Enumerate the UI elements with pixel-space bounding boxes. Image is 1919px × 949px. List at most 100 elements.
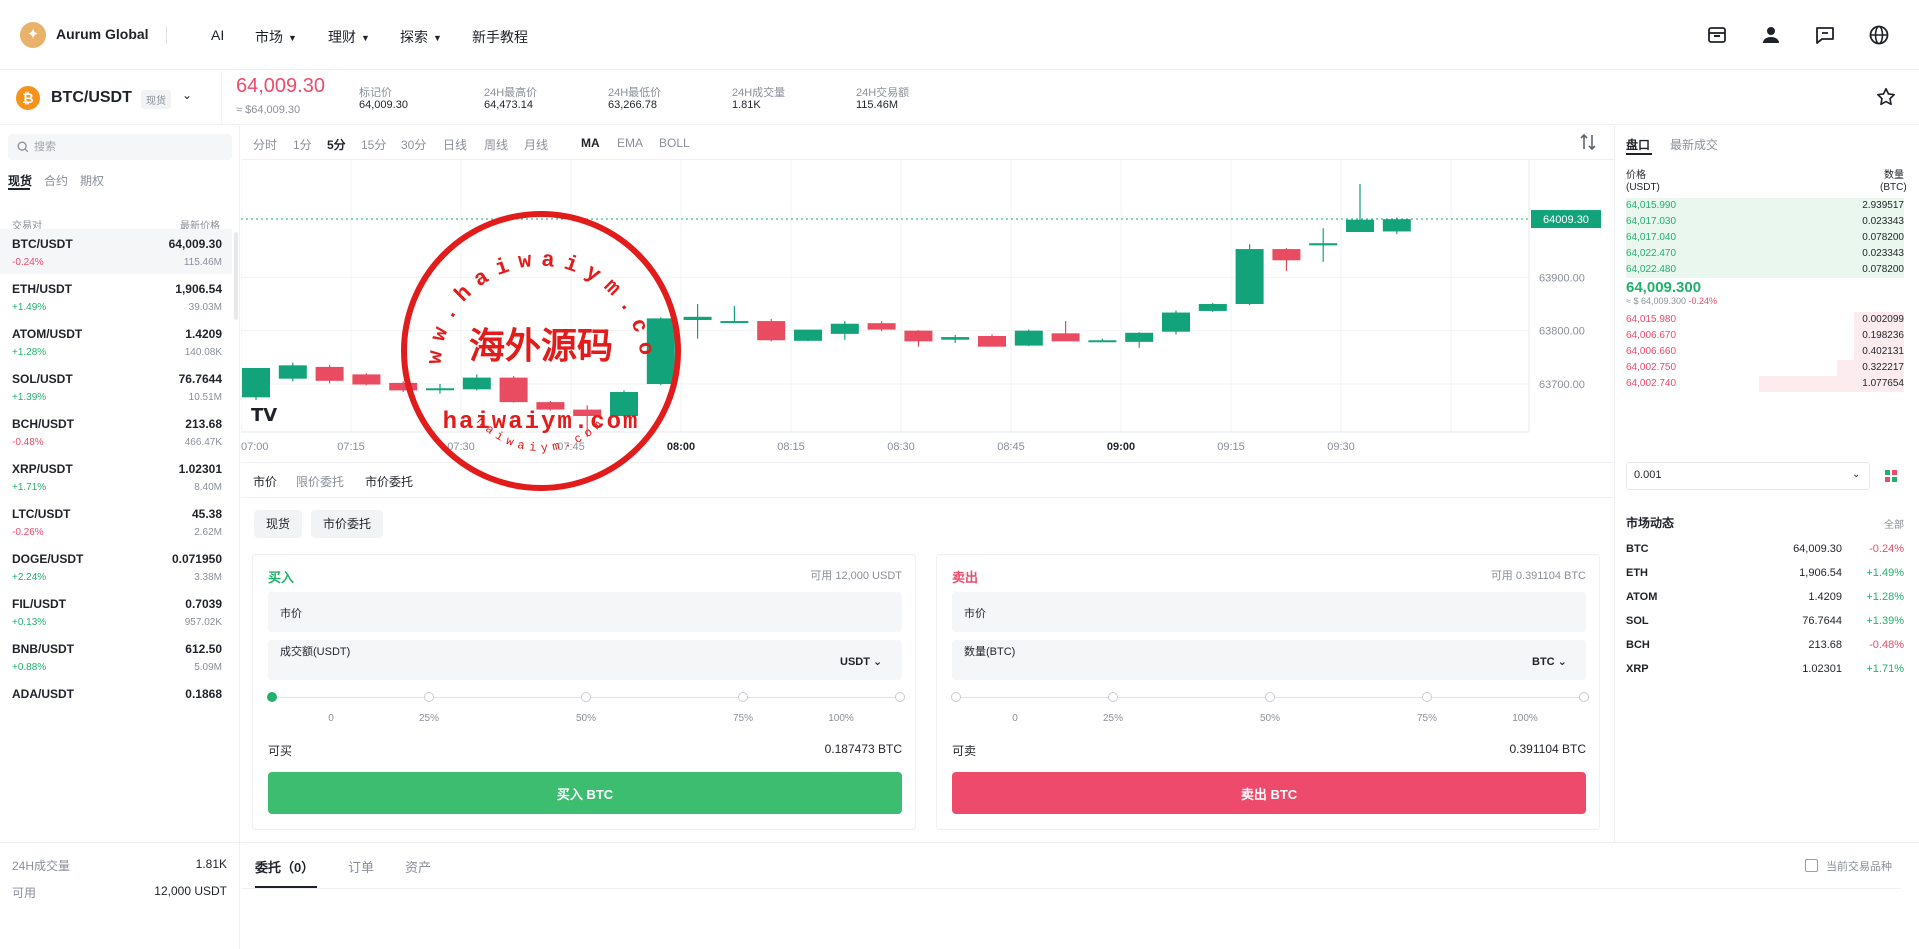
indicator-boll[interactable]: BOLL <box>659 136 690 150</box>
sell-slider-stop[interactable] <box>951 692 961 702</box>
indicator-ema[interactable]: EMA <box>617 136 643 150</box>
tab-latest-trades[interactable]: 最新成交 <box>1670 136 1718 153</box>
sell-slider-stop[interactable] <box>1108 692 1118 702</box>
market-feed-row[interactable]: XRP 1.02301 +1.71% <box>1626 660 1904 680</box>
market-feed-all-link[interactable]: 全部 <box>1884 516 1904 531</box>
buy-price-field[interactable] <box>268 592 902 632</box>
buy-slider-stop[interactable] <box>738 692 748 702</box>
chevron-down-icon: ▼ <box>433 33 442 43</box>
timeframe-6[interactable]: 周线 <box>484 136 508 153</box>
brand-name[interactable]: Aurum Global <box>56 26 149 42</box>
market-row[interactable]: ETH/USDT 1,906.54 +1.49% 39.03M <box>0 274 232 319</box>
buy-amount-field[interactable] <box>268 640 902 680</box>
buy-slider-label: 50% <box>575 713 596 724</box>
pair-selector[interactable]: BTC/USDT <box>51 89 132 107</box>
ob-bid-row[interactable]: 64,022.480 0.078200 <box>1626 262 1904 278</box>
wallet-icon[interactable] <box>1705 23 1729 47</box>
buy-unit-selector[interactable]: USDT ⌄ <box>840 655 882 668</box>
market-row[interactable]: XRP/USDT 1.02301 +1.71% 8.40M <box>0 454 232 499</box>
market-feed-change: +1.49% <box>1866 567 1904 579</box>
tab-open-orders[interactable]: 委托（0） <box>255 857 314 876</box>
tab-order-history[interactable]: 订单 <box>348 857 374 876</box>
buy-slider-stop[interactable] <box>267 692 277 702</box>
user-icon[interactable] <box>1759 23 1783 47</box>
ob-ask-row[interactable]: 64,006.660 0.402131 <box>1626 344 1904 360</box>
nav-item-finance[interactable]: 理财 ▼ <box>328 27 370 47</box>
buy-btc-button[interactable]: 买入 BTC <box>268 772 902 814</box>
chart-sort-icon[interactable] <box>1578 132 1598 152</box>
sell-slider-stop[interactable] <box>1422 692 1432 702</box>
buy-slider-stop[interactable] <box>581 692 591 702</box>
timeframe-0[interactable]: 分时 <box>253 136 277 153</box>
timeframe-5[interactable]: 日线 <box>443 136 467 153</box>
tab-spot[interactable]: 现货 <box>8 172 32 189</box>
nav-item-explore[interactable]: 探索 ▼ <box>400 27 442 47</box>
market-row[interactable]: DOGE/USDT 0.071950 +2.24% 3.38M <box>0 544 232 589</box>
market-row[interactable]: ADA/USDT 0.1868 <box>0 679 232 724</box>
timeframe-2[interactable]: 5分 <box>327 136 346 153</box>
ob-ask-row[interactable]: 64,002.750 0.322217 <box>1626 360 1904 376</box>
market-feed-price: 64,009.30 <box>1793 543 1842 555</box>
ob-ask-row[interactable]: 64,006.670 0.198236 <box>1626 328 1904 344</box>
timeframe-7[interactable]: 月线 <box>524 136 548 153</box>
market-feed-row[interactable]: SOL 76.7644 +1.39% <box>1626 612 1904 632</box>
ob-bid-qty: 2.939517 <box>1862 200 1904 211</box>
buy-slider-stop[interactable] <box>895 692 905 702</box>
message-icon[interactable] <box>1813 23 1837 47</box>
ob-bid-row[interactable]: 64,017.040 0.078200 <box>1626 230 1904 246</box>
market-feed-row[interactable]: ATOM 1.4209 +1.28% <box>1626 588 1904 608</box>
tab-options[interactable]: 期权 <box>80 172 104 189</box>
market-row[interactable]: BTC/USDT 64,009.30 -0.24% 115.46M <box>0 229 232 274</box>
bitcoin-icon: ₿ <box>16 86 40 110</box>
ob-ask-row[interactable]: 64,002.740 1.077654 <box>1626 376 1904 392</box>
search-input[interactable] <box>34 137 224 157</box>
market-row[interactable]: BNB/USDT 612.50 +0.88% 5.09M <box>0 634 232 679</box>
tab-limit-order[interactable]: 限价委托 <box>296 473 344 490</box>
stat-volume-label: 24H成交量 <box>732 87 786 99</box>
market-row[interactable]: LTC/USDT 45.38 -0.26% 2.62M <box>0 499 232 544</box>
current-pair-checkbox[interactable] <box>1805 859 1818 872</box>
sell-unit-selector[interactable]: BTC ⌄ <box>1532 655 1567 668</box>
market-order-pill[interactable]: 市价委托 <box>311 510 384 538</box>
ob-bid-row[interactable]: 64,017.030 0.023343 <box>1626 214 1904 230</box>
tab-market[interactable]: 市价 <box>253 473 277 490</box>
nav-item-market[interactable]: 市场 ▼ <box>255 27 297 47</box>
market-feed-row[interactable]: ETH 1,906.54 +1.49% <box>1626 564 1904 584</box>
sell-slider-stop[interactable] <box>1579 692 1589 702</box>
nav-item-tutorial[interactable]: 新手教程 <box>472 27 528 47</box>
ob-bid-qty: 0.023343 <box>1862 216 1904 227</box>
globe-icon[interactable] <box>1867 23 1891 47</box>
sell-price-field[interactable] <box>952 592 1586 632</box>
timeframe-1[interactable]: 1分 <box>293 136 312 153</box>
tab-order-book[interactable]: 盘口 <box>1626 136 1650 153</box>
sell-slider-stop[interactable] <box>1265 692 1275 702</box>
timeframe-4[interactable]: 30分 <box>401 136 426 153</box>
star-icon[interactable] <box>1875 86 1897 108</box>
timeframe-3[interactable]: 15分 <box>361 136 386 153</box>
ob-bid-row[interactable]: 64,022.470 0.023343 <box>1626 246 1904 262</box>
market-feed-row[interactable]: BTC 64,009.30 -0.24% <box>1626 540 1904 560</box>
market-row[interactable]: BCH/USDT 213.68 -0.48% 466.47K <box>0 409 232 454</box>
tab-futures[interactable]: 合约 <box>44 172 68 189</box>
ob-bid-row[interactable]: 64,015.990 2.939517 <box>1626 198 1904 214</box>
buy-slider-stop[interactable] <box>424 692 434 702</box>
sell-amount-field[interactable] <box>952 640 1586 680</box>
list-scrollbar[interactable] <box>234 232 238 320</box>
market-row[interactable]: ATOM/USDT 1.4209 +1.28% 140.08K <box>0 319 232 364</box>
market-row[interactable]: SOL/USDT 76.7644 +1.39% 10.51M <box>0 364 232 409</box>
sell-btc-button[interactable]: 卖出 BTC <box>952 772 1586 814</box>
market-row[interactable]: FIL/USDT 0.7039 +0.13% 957.02K <box>0 589 232 634</box>
market-feed-row[interactable]: BCH 213.68 -0.48% <box>1626 636 1904 656</box>
buy-price-value: 市价 <box>280 608 302 620</box>
precision-select[interactable] <box>1626 462 1870 490</box>
indicator-ma[interactable]: MA <box>581 136 600 150</box>
book-layout-icon[interactable] <box>1884 469 1898 483</box>
ob-ask-row[interactable]: 64,015.980 0.002099 <box>1626 312 1904 328</box>
brand-logo-icon[interactable]: ✦ <box>20 22 46 48</box>
chevron-down-icon[interactable]: ⌄ <box>182 88 192 102</box>
nav-item-ai[interactable]: AI <box>211 27 224 43</box>
tab-assets[interactable]: 资产 <box>405 857 431 876</box>
tab-underline <box>1626 153 1652 155</box>
spot-pill[interactable]: 现货 <box>254 510 303 538</box>
ob-header-price: 价格 (USDT) <box>1626 170 1660 193</box>
